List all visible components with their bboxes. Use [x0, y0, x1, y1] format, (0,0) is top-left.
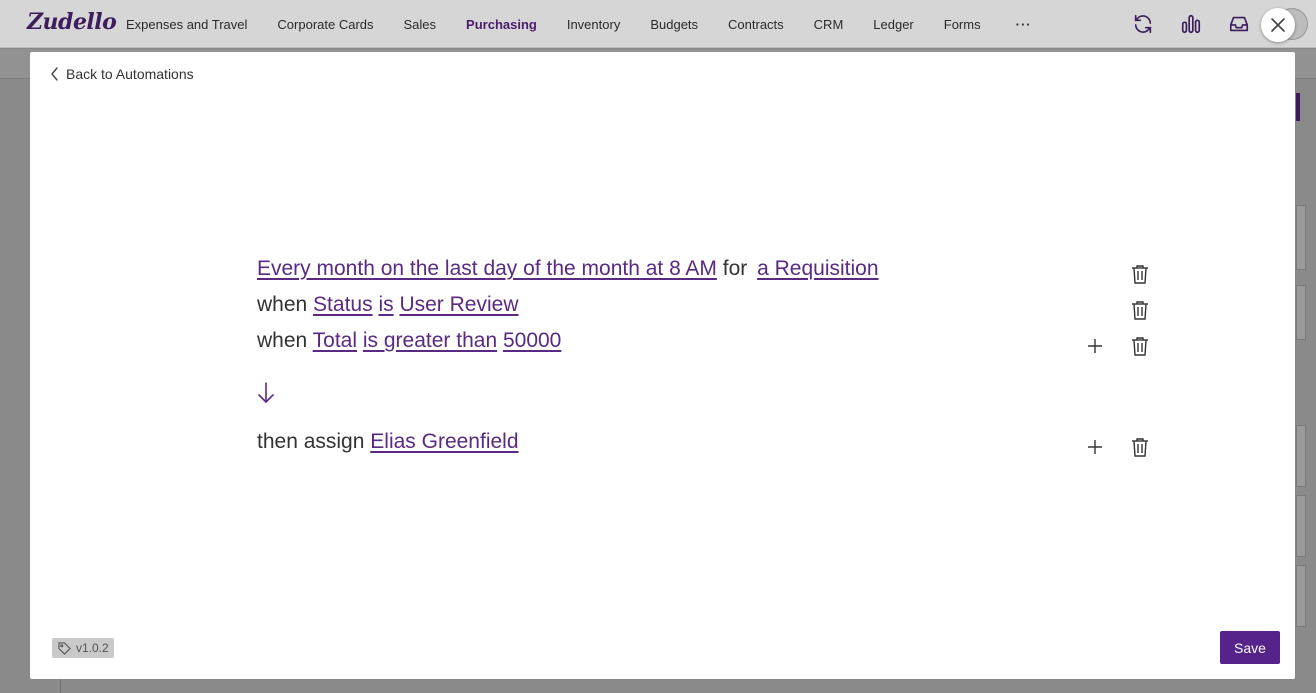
version-label: v1.0.2: [76, 641, 109, 655]
delete-action-button[interactable]: [1130, 436, 1150, 458]
save-button[interactable]: Save: [1220, 631, 1280, 664]
entity-token[interactable]: a Requisition: [757, 257, 878, 280]
background-panel: [1296, 425, 1306, 487]
background-panel: [1296, 495, 1306, 557]
when-word: when: [257, 329, 308, 352]
back-label: Back to Automations: [66, 66, 194, 82]
delete-condition-1-button[interactable]: [1130, 299, 1150, 321]
chevron-left-icon: [51, 67, 58, 81]
background-panel: [1296, 285, 1306, 340]
trash-icon: [1132, 337, 1148, 356]
bar-chart-icon[interactable]: [1178, 11, 1204, 37]
main-nav: Expenses and Travel Corporate Cards Sale…: [111, 0, 1032, 48]
delete-condition-2-button[interactable]: [1130, 335, 1150, 357]
condition-value-token[interactable]: 50000: [503, 329, 561, 352]
refresh-icon[interactable]: [1130, 11, 1156, 37]
nav-inventory[interactable]: Inventory: [567, 17, 620, 32]
nav-forms[interactable]: Forms: [944, 17, 981, 32]
arrow-down-icon: [257, 382, 275, 409]
nav-contracts[interactable]: Contracts: [728, 17, 784, 32]
nav-corporate-cards[interactable]: Corporate Cards: [277, 17, 373, 32]
trash-icon: [1132, 438, 1148, 457]
condition-field-token[interactable]: Total: [313, 329, 357, 352]
background-panel: [1296, 205, 1306, 270]
then-assign-word: then assign: [257, 430, 365, 453]
condition-value-token[interactable]: User Review: [399, 293, 518, 316]
schedule-token[interactable]: Every month on the last day of the month…: [257, 257, 717, 280]
plus-icon: [1088, 440, 1102, 454]
top-navigation-bar: Zudello Expenses and Travel Corporate Ca…: [0, 0, 1316, 48]
zudello-logo[interactable]: Zudello: [27, 9, 117, 35]
background-action-button: [1296, 93, 1300, 121]
assignee-token[interactable]: Elias Greenfield: [370, 430, 518, 453]
nav-crm[interactable]: CRM: [814, 17, 844, 32]
condition-field-token[interactable]: Status: [313, 293, 373, 316]
delete-trigger-button[interactable]: [1130, 263, 1150, 285]
condition-row-1: when Status is User Review: [257, 293, 518, 317]
when-word: when: [257, 293, 308, 316]
nav-budgets[interactable]: Budgets: [650, 17, 698, 32]
condition-operator-token[interactable]: is greater than: [363, 329, 497, 352]
nav-more-button[interactable]: ···: [1016, 17, 1032, 32]
plus-icon: [1088, 339, 1102, 353]
close-icon: [1271, 18, 1285, 32]
trash-icon: [1132, 265, 1148, 284]
add-condition-button[interactable]: [1085, 335, 1105, 357]
back-to-automations-link[interactable]: Back to Automations: [50, 66, 194, 82]
close-modal-button[interactable]: [1261, 8, 1295, 42]
nav-expenses-and-travel[interactable]: Expenses and Travel: [126, 17, 247, 32]
automation-editor-modal: Back to Automations Every month on the l…: [30, 52, 1295, 679]
tag-icon: [58, 641, 71, 655]
for-word: for: [722, 257, 748, 280]
action-row: then assign Elias Greenfield: [257, 430, 519, 454]
nav-purchasing[interactable]: Purchasing: [466, 17, 537, 32]
condition-operator-token[interactable]: is: [378, 293, 393, 316]
condition-row-2: when Total is greater than 50000: [257, 329, 561, 353]
nav-sales[interactable]: Sales: [404, 17, 437, 32]
add-action-button[interactable]: [1085, 436, 1105, 458]
version-badge: v1.0.2: [52, 638, 114, 658]
trash-icon: [1132, 301, 1148, 320]
inbox-icon[interactable]: [1226, 11, 1252, 37]
background-panel: [1296, 565, 1306, 627]
nav-ledger[interactable]: Ledger: [873, 17, 913, 32]
trigger-row: Every month on the last day of the month…: [257, 257, 879, 281]
top-icons: [1130, 11, 1252, 37]
